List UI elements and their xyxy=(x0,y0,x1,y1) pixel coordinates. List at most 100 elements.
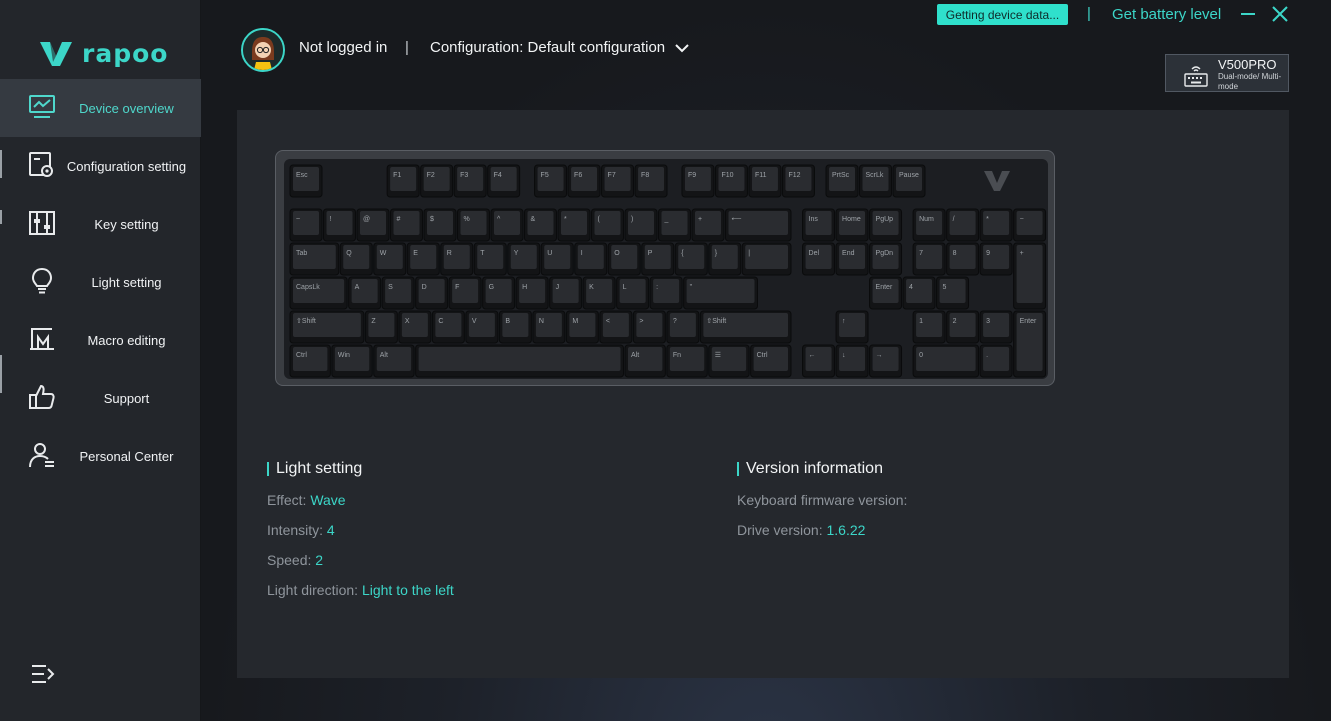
keyboard-key: & xyxy=(524,208,557,242)
device-selector[interactable]: V500PRO Dual-mode/ Multi-mode xyxy=(1165,54,1289,92)
intensity-value: 4 xyxy=(326,522,335,538)
keyboard-key: PgUp xyxy=(869,208,903,242)
device-name: V500PRO xyxy=(1218,57,1277,72)
keyboard-key: 5 xyxy=(936,276,970,310)
keyboard-key: Del xyxy=(802,242,836,276)
key-label: ↑ xyxy=(842,318,846,325)
key-label: Ctrl xyxy=(757,352,768,359)
key-label: − xyxy=(1020,216,1024,223)
speed-row: Speed: 2 xyxy=(267,552,323,568)
key-label: C xyxy=(438,318,443,325)
version-information-title: Version information xyxy=(737,461,883,477)
key-label: Ins xyxy=(809,216,819,223)
keyboard-key: K xyxy=(582,276,616,310)
key-label: ↓ xyxy=(842,352,846,359)
sidebar-item-label: Key setting xyxy=(94,216,159,232)
key-label: I xyxy=(581,250,583,257)
speed-label: Speed: xyxy=(267,552,312,568)
avatar[interactable] xyxy=(241,28,285,72)
sidebar: rapoo Device overview Configuration sett… xyxy=(0,0,201,721)
keyboard-key: ) xyxy=(624,208,658,242)
keyboard-key: . xyxy=(979,344,1013,378)
keyboard-key: 0 xyxy=(912,344,980,378)
intensity-row: Intensity: 4 xyxy=(267,522,335,538)
keyboard-key: − xyxy=(1013,208,1047,242)
key-label: Pause xyxy=(899,172,919,179)
key-label: ⟵ xyxy=(732,216,742,223)
sidebar-item-personal-center[interactable]: Personal Center xyxy=(0,427,201,485)
key-label: PgDn xyxy=(876,250,894,257)
keyboard-key: ☰ xyxy=(708,344,750,378)
light-direction-label: Light direction: xyxy=(267,582,359,598)
keyboard-key: V xyxy=(465,310,499,344)
keyboard-key: Enter xyxy=(869,276,903,310)
keyboard-key: F7 xyxy=(601,164,635,198)
firmware-version-label: Keyboard firmware version: xyxy=(737,492,908,508)
sidebar-item-key-setting[interactable]: Key setting xyxy=(0,195,201,253)
keyboard-key: ⇧Shift xyxy=(699,310,792,344)
sidebar-item-label: Macro editing xyxy=(87,332,166,348)
chevron-down-icon[interactable] xyxy=(674,41,690,55)
keyboard-key xyxy=(415,344,624,378)
keyboard-key: T xyxy=(473,242,507,276)
key-label: H xyxy=(522,284,527,291)
keyboard-key: H xyxy=(515,276,549,310)
rapoo-v-logo-icon xyxy=(40,42,72,66)
keyboard-key: * xyxy=(979,208,1013,242)
keyboard-key: X xyxy=(398,310,432,344)
wireless-keyboard-icon xyxy=(1184,66,1208,87)
get-battery-level-link[interactable]: Get battery level xyxy=(1112,6,1221,23)
sidebar-edge-marker xyxy=(0,355,2,393)
light-direction-row: Light direction: Light to the left xyxy=(267,582,454,598)
key-label: Q xyxy=(346,250,352,257)
minimize-icon[interactable] xyxy=(1240,6,1256,22)
key-label: P xyxy=(648,250,653,257)
collapse-menu-icon[interactable] xyxy=(30,662,56,686)
effect-row: Effect: Wave xyxy=(267,492,346,508)
keyboard-key: ← xyxy=(802,344,836,378)
keyboard-key: # xyxy=(390,208,423,242)
sidebar-item-device-overview[interactable]: Device overview xyxy=(0,79,201,137)
sidebar-item-support[interactable]: Support xyxy=(0,369,201,427)
keyboard-key: S xyxy=(381,276,415,310)
keyboard-key: 4 xyxy=(902,276,936,310)
brand-name: rapoo xyxy=(82,38,169,68)
key-label: J xyxy=(556,284,560,291)
keyboard-key: ScrLk xyxy=(859,164,892,198)
key-label: X xyxy=(405,318,410,325)
keyboard-key: → xyxy=(869,344,903,378)
close-icon[interactable] xyxy=(1271,5,1289,23)
sidebar-edge-marker xyxy=(0,150,2,178)
keyboard-key: Q xyxy=(339,242,373,276)
keyboard-key: Win xyxy=(331,344,373,378)
login-status[interactable]: Not logged in xyxy=(299,39,387,56)
keyboard-key: F5 xyxy=(534,164,568,198)
key-label: R xyxy=(447,250,452,257)
drive-version-row: Drive version: 1.6.22 xyxy=(737,522,865,538)
intensity-label: Intensity: xyxy=(267,522,324,538)
sidebar-item-configuration-setting[interactable]: Configuration setting xyxy=(0,137,201,195)
key-label: Win xyxy=(338,352,350,359)
keyboard-key: Alt xyxy=(373,344,415,378)
key-label: + xyxy=(698,216,702,223)
sidebar-item-light-setting[interactable]: Light setting xyxy=(0,253,201,311)
key-label: ~ xyxy=(296,216,300,223)
configuration-dropdown[interactable]: Configuration: Default configuration xyxy=(430,39,665,56)
key-label: + xyxy=(1020,250,1024,257)
keyboard-key: 8 xyxy=(946,242,980,276)
keyboard-key: F2 xyxy=(420,164,454,198)
key-label: F11 xyxy=(755,172,767,179)
sidebar-item-label: Support xyxy=(103,390,150,406)
key-label: F12 xyxy=(788,172,800,179)
sidebar-item-label: Light setting xyxy=(91,274,162,290)
keyboard-key: P xyxy=(641,242,675,276)
key-label: F5 xyxy=(541,172,549,179)
key-label: K xyxy=(589,284,594,291)
keyboard-key: Z xyxy=(364,310,398,344)
sidebar-item-macro-editing[interactable]: Macro editing xyxy=(0,311,201,369)
key-label: Del xyxy=(809,250,820,257)
keyboard-key: Alt xyxy=(624,344,666,378)
key-label: S xyxy=(388,284,393,291)
device-mode: Dual-mode/ Multi-mode xyxy=(1218,72,1282,91)
keyboard-key: M xyxy=(565,310,599,344)
